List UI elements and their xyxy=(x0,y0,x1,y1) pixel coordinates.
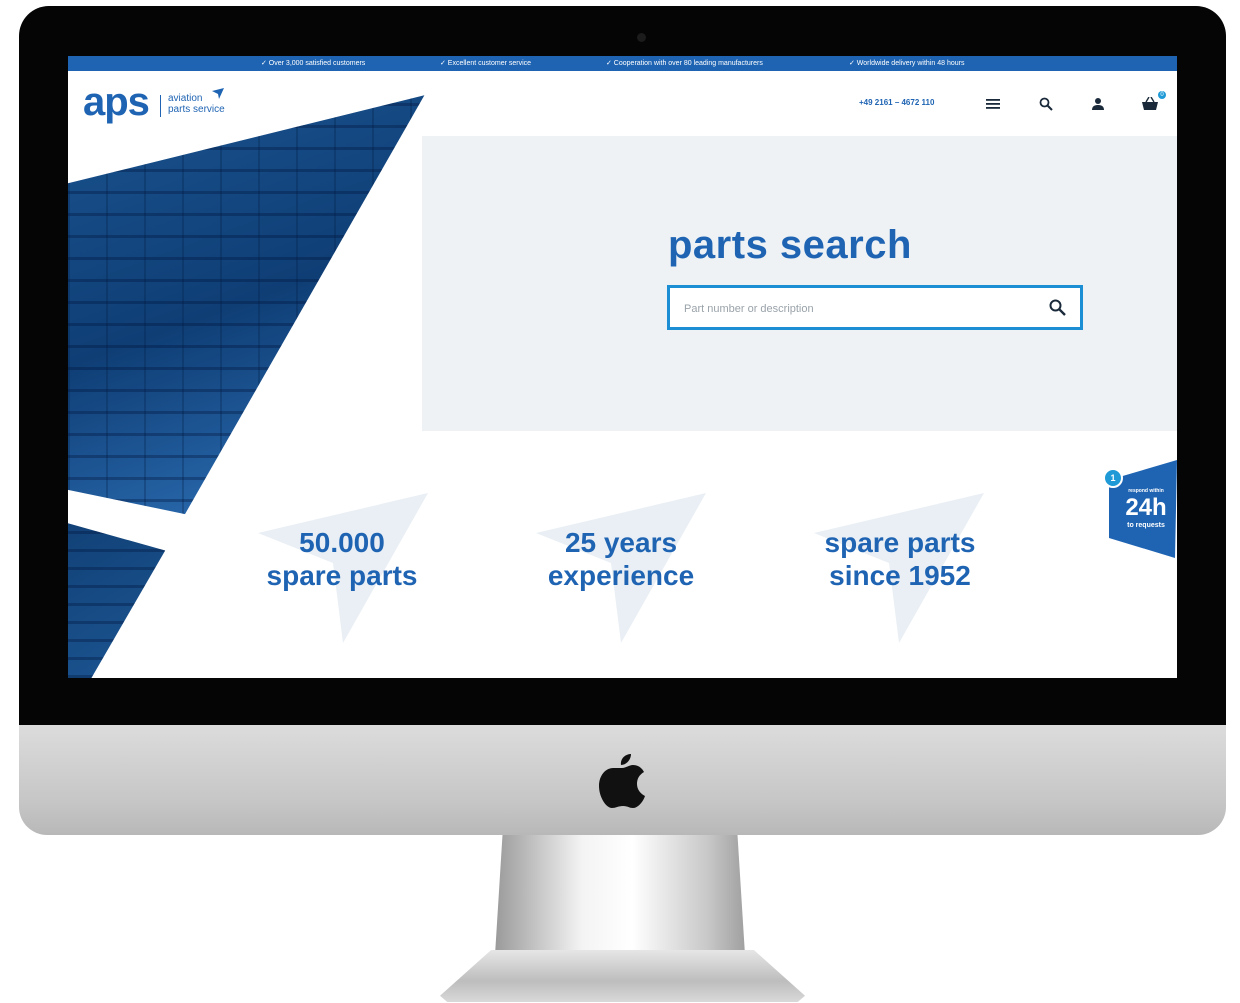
parts-search-box xyxy=(667,285,1083,330)
stat-since-1952: spare parts since 1952 xyxy=(795,526,1005,591)
apple-logo-icon xyxy=(599,754,645,808)
search-panel xyxy=(422,136,1177,431)
search-submit-icon[interactable] xyxy=(1049,299,1066,316)
stat-experience: 25 years experience xyxy=(516,526,726,591)
menu-icon xyxy=(986,98,1000,109)
logo-subtitle-line1: aviation xyxy=(168,93,203,104)
usp-topbar: ✓ Over 3,000 satisfied customers ✓ Excel… xyxy=(68,56,1177,71)
camera-dot xyxy=(637,33,646,42)
usp-item: ✓ Worldwide delivery within 48 hours xyxy=(849,60,965,67)
badge-number: 1 xyxy=(1103,468,1123,488)
stat-line: spare parts xyxy=(266,560,418,591)
user-icon xyxy=(1092,97,1104,110)
badge-bottom-text: to requests xyxy=(1127,522,1165,529)
cart-count-badge: 0 xyxy=(1158,91,1166,99)
stat-line: spare parts xyxy=(824,527,976,558)
logo-subtitle-line2: parts service xyxy=(168,104,225,115)
logo-separator xyxy=(160,95,161,117)
logo-wordmark: aps xyxy=(83,80,150,124)
usp-item: ✓ Cooperation with over 80 leading manuf… xyxy=(606,60,763,67)
menu-button[interactable] xyxy=(967,71,1019,136)
phone-number-link[interactable]: +49 2161 – 4672 110 xyxy=(859,98,934,107)
account-button[interactable] xyxy=(1072,71,1124,136)
monitor-stand-neck xyxy=(495,835,745,955)
stat-line: since 1952 xyxy=(829,560,971,591)
search-icon xyxy=(1039,97,1053,111)
stat-line: 25 years xyxy=(564,527,678,558)
monitor-stand-foot xyxy=(440,950,805,1002)
cart-button[interactable]: 0 xyxy=(1124,71,1176,136)
parts-search-input[interactable] xyxy=(682,288,1026,329)
stat-line: 50.000 xyxy=(299,527,385,558)
parts-search-title: parts search xyxy=(668,223,912,267)
header-search-button[interactable] xyxy=(1020,71,1072,136)
usp-item: ✓ Excellent customer service xyxy=(440,60,532,67)
response-time-badge[interactable]: 1 respond within 24h to requests xyxy=(1103,458,1177,558)
imac-mockup: ✓ Over 3,000 satisfied customers ✓ Excel… xyxy=(0,0,1240,1003)
basket-icon xyxy=(1142,96,1158,110)
stat-spare-parts: 50.000 spare parts xyxy=(237,526,447,591)
usp-item: ✓ Over 3,000 satisfied customers xyxy=(261,60,366,67)
plane-icon xyxy=(212,88,224,99)
website-screen: ✓ Over 3,000 satisfied customers ✓ Excel… xyxy=(68,56,1177,678)
stat-line: experience xyxy=(547,560,695,591)
badge-24h-text: 24h xyxy=(1125,494,1167,521)
